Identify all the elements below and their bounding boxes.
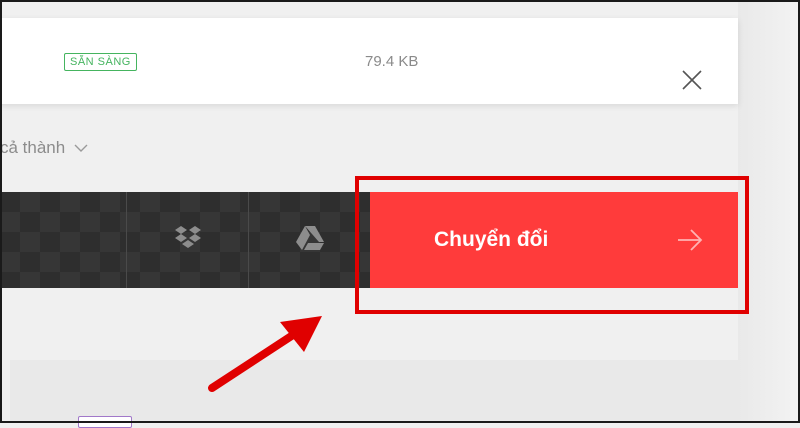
format-badge [78,416,132,428]
dropbox-icon [173,223,203,258]
arrow-right-icon [676,226,704,254]
google-drive-button[interactable] [249,192,370,288]
convert-button[interactable]: Chuyển đổi [370,192,738,288]
close-icon[interactable] [680,68,704,92]
next-file-card [10,360,738,423]
file-card: SẴN SÀNG 79.4 KB [0,18,738,104]
output-setting-dropdown[interactable]: cả thành [0,136,89,160]
convert-label: Chuyển đổi [434,228,549,251]
status-badge: SẴN SÀNG [64,53,137,71]
chevron-down-icon [73,140,89,156]
google-drive-icon [295,224,325,257]
cloud-save-toolbar [0,192,370,288]
setting-label: cả thành [0,138,66,157]
page-background [738,0,800,423]
dropbox-button[interactable] [127,192,248,288]
annotation-arrow-icon [208,316,322,392]
file-size: 79.4 KB [365,53,419,70]
